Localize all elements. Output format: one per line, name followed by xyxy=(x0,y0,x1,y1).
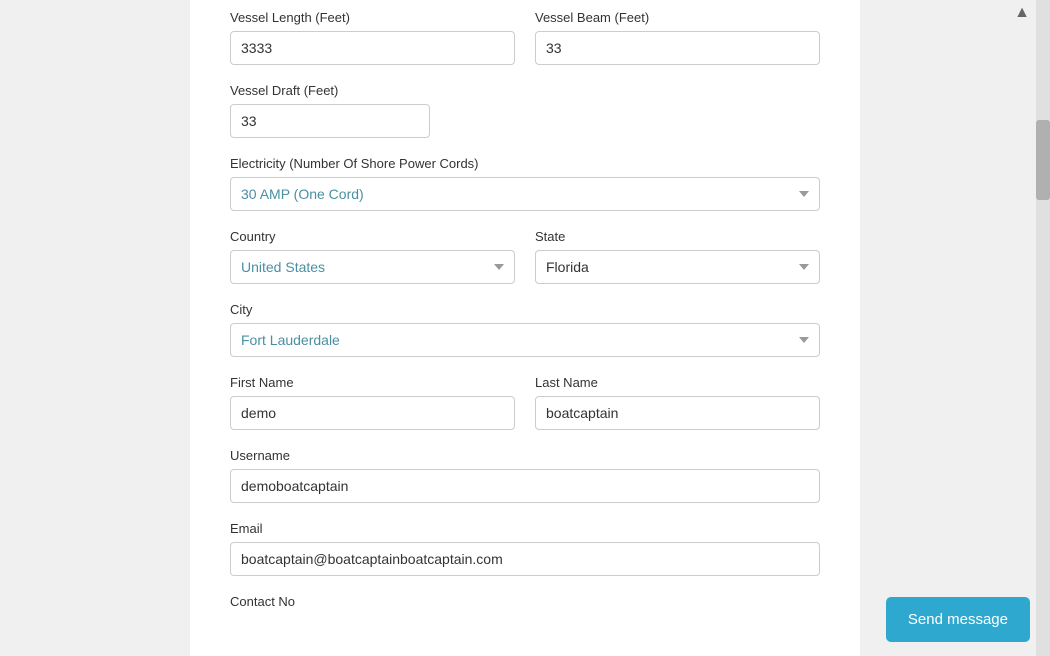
vessel-draft-row: Vessel Draft (Feet) xyxy=(230,83,820,138)
send-message-button[interactable]: Send message xyxy=(886,597,1030,642)
email-label: Email xyxy=(230,521,820,536)
vessel-beam-input[interactable] xyxy=(535,31,820,65)
scroll-up-icon[interactable]: ▲ xyxy=(1014,4,1030,22)
country-state-row: Country United States Canada United King… xyxy=(230,229,820,284)
vessel-length-group: Vessel Length (Feet) xyxy=(230,10,515,65)
electricity-group: Electricity (Number Of Shore Power Cords… xyxy=(230,156,820,211)
contact-label: Contact No xyxy=(230,594,820,609)
first-name-input[interactable] xyxy=(230,396,515,430)
contact-group: Contact No xyxy=(230,594,820,615)
vessel-beam-label: Vessel Beam (Feet) xyxy=(535,10,820,25)
username-input[interactable] xyxy=(230,469,820,503)
name-row: First Name Last Name xyxy=(230,375,820,430)
username-row: Username xyxy=(230,448,820,503)
email-group: Email xyxy=(230,521,820,576)
last-name-group: Last Name xyxy=(535,375,820,430)
vessel-draft-input[interactable] xyxy=(230,104,430,138)
vessel-length-label: Vessel Length (Feet) xyxy=(230,10,515,25)
vessel-dimensions-row: Vessel Length (Feet) Vessel Beam (Feet) xyxy=(230,10,820,65)
vessel-length-input[interactable] xyxy=(230,31,515,65)
electricity-row: Electricity (Number Of Shore Power Cords… xyxy=(230,156,820,211)
first-name-group: First Name xyxy=(230,375,515,430)
email-row: Email xyxy=(230,521,820,576)
country-group: Country United States Canada United King… xyxy=(230,229,515,284)
state-group: State Florida California New York Texas xyxy=(535,229,820,284)
scrollbar-track xyxy=(1036,0,1050,656)
country-label: Country xyxy=(230,229,515,244)
city-select[interactable]: Fort Lauderdale Miami Orlando Tampa xyxy=(230,323,820,357)
username-label: Username xyxy=(230,448,820,463)
city-group: City Fort Lauderdale Miami Orlando Tampa xyxy=(230,302,820,357)
first-name-label: First Name xyxy=(230,375,515,390)
last-name-label: Last Name xyxy=(535,375,820,390)
last-name-input[interactable] xyxy=(535,396,820,430)
electricity-select[interactable]: 30 AMP (One Cord) 50 AMP (Two Cords) Non… xyxy=(230,177,820,211)
city-row: City Fort Lauderdale Miami Orlando Tampa xyxy=(230,302,820,357)
main-content: Vessel Length (Feet) Vessel Beam (Feet) … xyxy=(190,0,860,656)
vessel-draft-label: Vessel Draft (Feet) xyxy=(230,83,430,98)
right-panel: ▲ Send message xyxy=(860,0,1050,656)
state-label: State xyxy=(535,229,820,244)
country-select[interactable]: United States Canada United Kingdom xyxy=(230,250,515,284)
scrollbar-thumb[interactable] xyxy=(1036,120,1050,200)
left-panel xyxy=(0,0,190,656)
form-section: Vessel Length (Feet) Vessel Beam (Feet) … xyxy=(230,0,820,615)
email-input[interactable] xyxy=(230,542,820,576)
state-select[interactable]: Florida California New York Texas xyxy=(535,250,820,284)
electricity-label: Electricity (Number Of Shore Power Cords… xyxy=(230,156,820,171)
vessel-draft-group: Vessel Draft (Feet) xyxy=(230,83,430,138)
contact-row: Contact No xyxy=(230,594,820,615)
city-label: City xyxy=(230,302,820,317)
username-group: Username xyxy=(230,448,820,503)
vessel-beam-group: Vessel Beam (Feet) xyxy=(535,10,820,65)
